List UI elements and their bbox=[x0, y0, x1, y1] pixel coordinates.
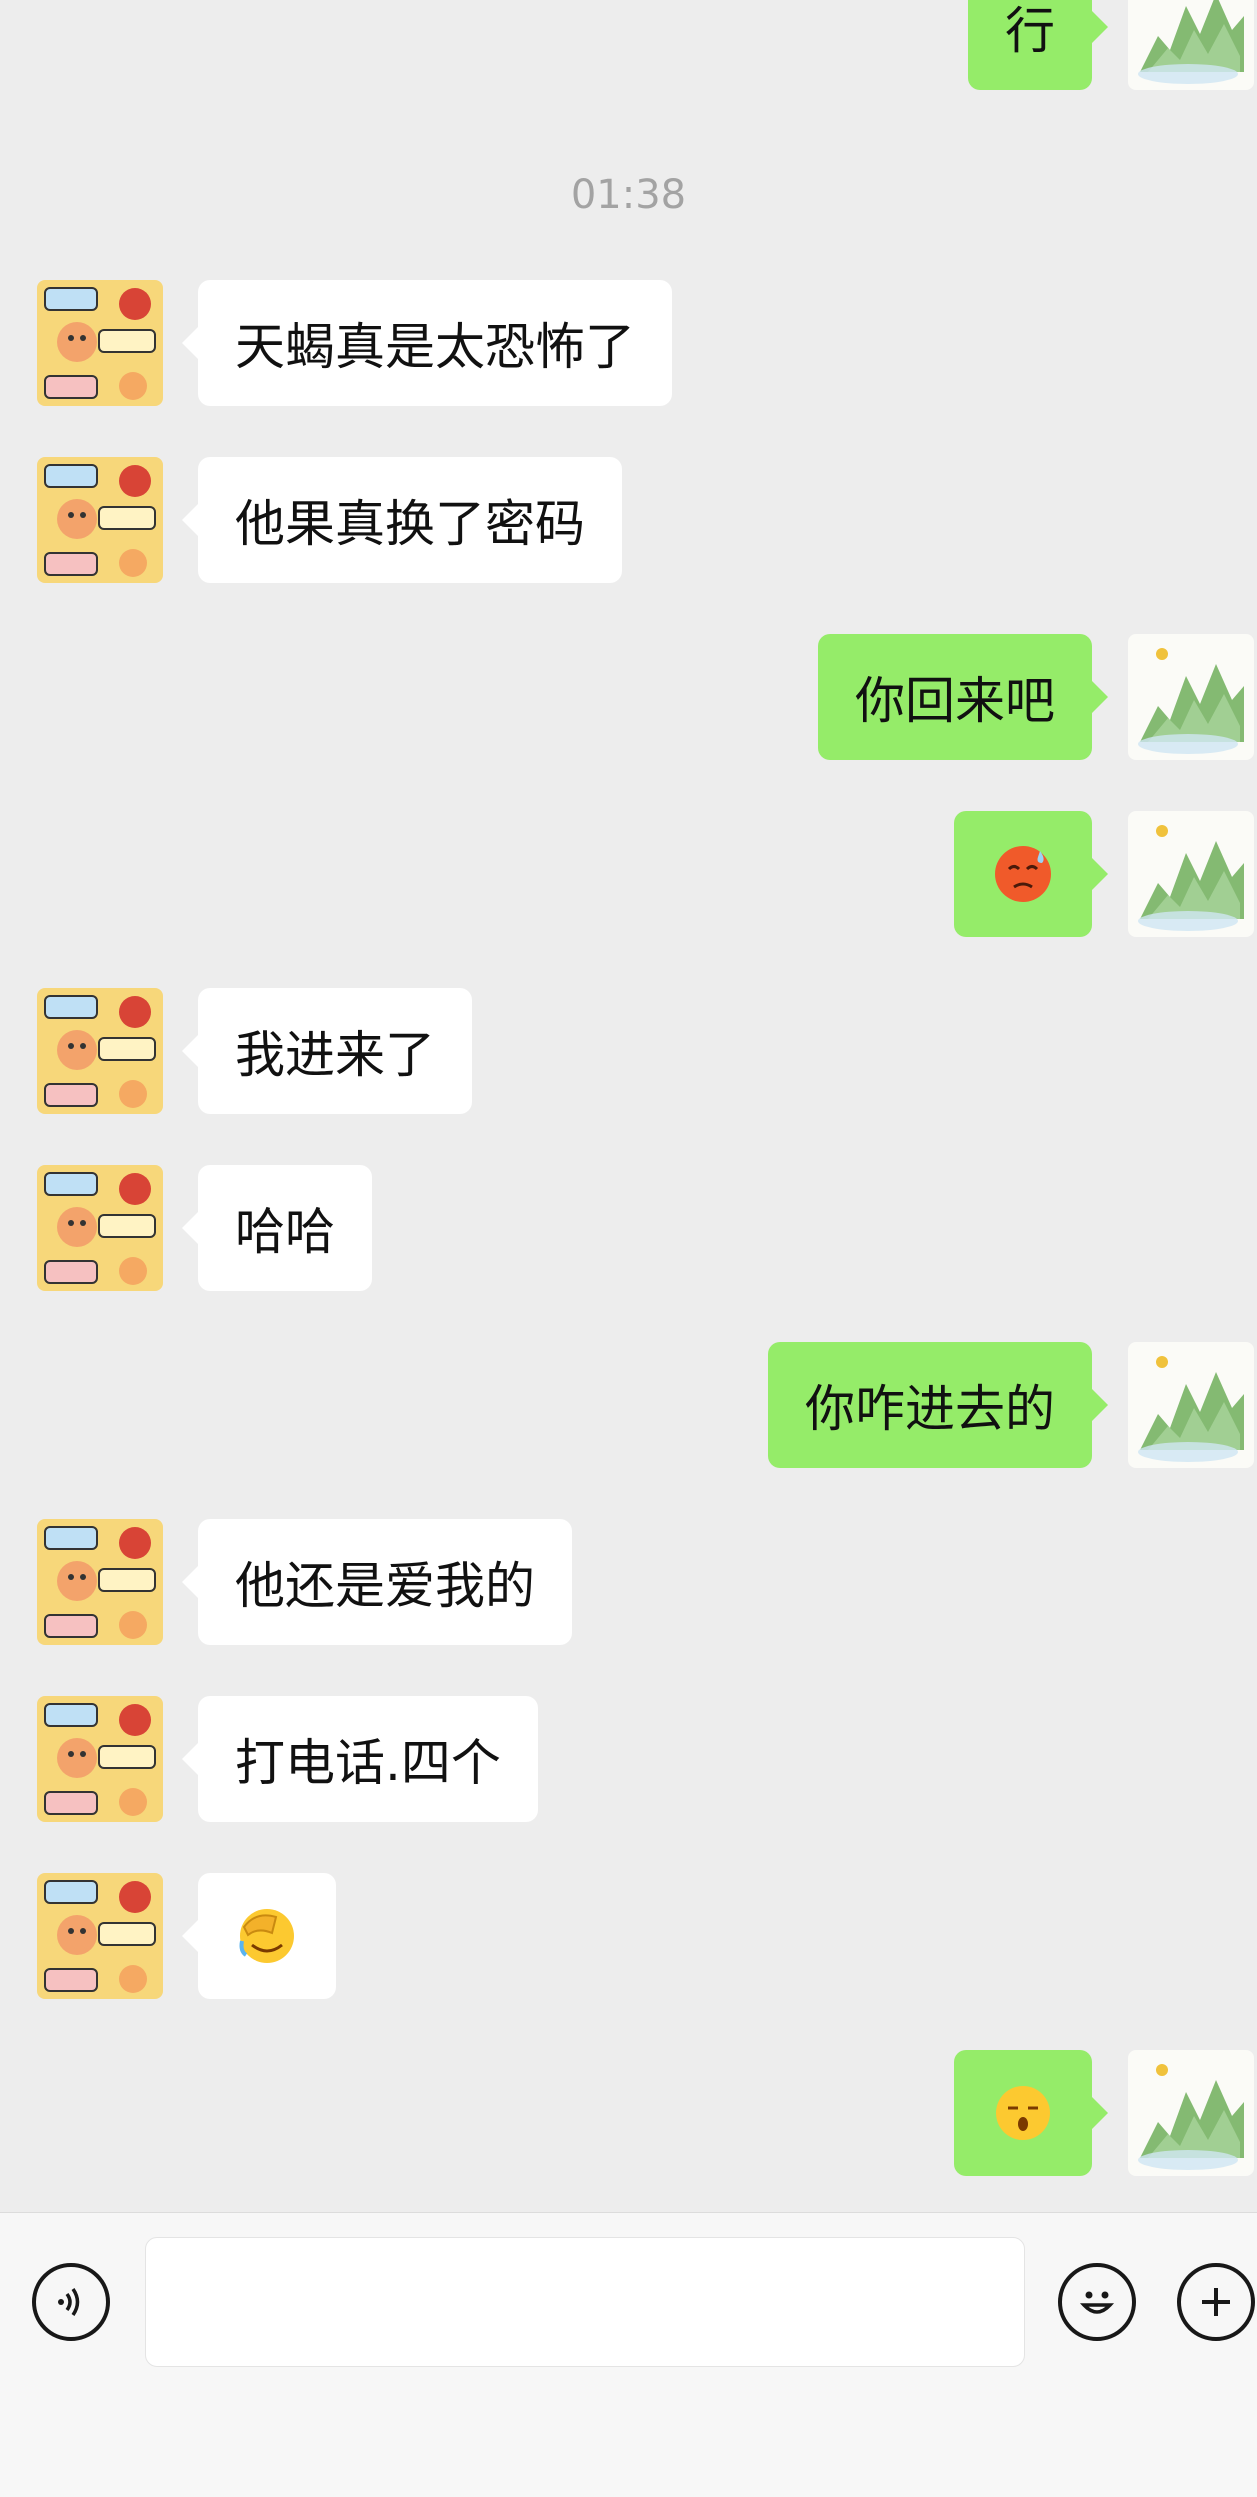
received-message-bubble[interactable]: 天蝎真是太恐怖了 bbox=[182, 280, 672, 406]
received-message-bubble[interactable] bbox=[182, 1873, 336, 1999]
landscape-painting-avatar-icon bbox=[1128, 0, 1254, 90]
message-text: 他果真换了密码 bbox=[235, 495, 585, 553]
voice-input-icon[interactable] bbox=[32, 2263, 110, 2341]
message-text: 行 bbox=[1005, 2, 1055, 60]
message-text: 他还是爱我的 bbox=[235, 1557, 535, 1615]
message-row: 你咋进去的 bbox=[0, 1342, 1257, 1468]
sticker-avatar-icon bbox=[37, 457, 163, 583]
facepalm-laughing-emoji bbox=[239, 1909, 294, 1963]
sent-message-bubble[interactable]: 你咋进去的 bbox=[768, 1342, 1108, 1468]
sticker-avatar-icon bbox=[37, 1519, 163, 1645]
self-avatar[interactable] bbox=[1128, 2050, 1254, 2176]
sticker-avatar-icon bbox=[37, 1696, 163, 1822]
landscape-painting-avatar-icon bbox=[1128, 1342, 1254, 1468]
sleepy-snoring-face-emoji bbox=[996, 2086, 1050, 2140]
received-message-bubble[interactable]: 他还是爱我的 bbox=[182, 1519, 572, 1645]
sent-message-bubble[interactable]: 你回来吧 bbox=[818, 634, 1108, 760]
plus-sign-icon bbox=[1202, 2288, 1230, 2316]
contact-avatar[interactable] bbox=[37, 1519, 163, 1645]
message-text: 我进来了 bbox=[235, 1026, 435, 1084]
message-row: 哈哈 bbox=[0, 1165, 1257, 1291]
sticker-avatar-icon bbox=[37, 988, 163, 1114]
message-row: 行 bbox=[0, 0, 1257, 90]
received-message-bubble[interactable]: 我进来了 bbox=[182, 988, 472, 1114]
message-row bbox=[0, 1873, 1257, 1999]
sticker-avatar-icon bbox=[37, 1165, 163, 1291]
message-row bbox=[0, 811, 1257, 937]
contact-avatar[interactable] bbox=[37, 1873, 163, 1999]
contact-avatar[interactable] bbox=[37, 280, 163, 406]
message-text: 打电话.四个 bbox=[235, 1734, 501, 1792]
plus-icon[interactable] bbox=[1177, 2263, 1255, 2341]
chat-area: 行 01:38 天蝎真是太恐怖了 他果真换了密码 你回来吧 我进来了 哈哈 你咋… bbox=[0, 0, 1257, 2212]
cold-sweat-face-emoji bbox=[995, 846, 1051, 902]
message-text: 哈哈 bbox=[235, 1203, 335, 1261]
message-row: 打电话.四个 bbox=[0, 1696, 1257, 1822]
sticker-avatar-icon bbox=[37, 1873, 163, 1999]
sent-message-bubble[interactable] bbox=[954, 811, 1108, 937]
received-message-bubble[interactable]: 他果真换了密码 bbox=[182, 457, 622, 583]
timestamp: 01:38 bbox=[570, 172, 687, 218]
self-avatar[interactable] bbox=[1128, 811, 1254, 937]
self-avatar[interactable] bbox=[1128, 1342, 1254, 1468]
message-row: 我进来了 bbox=[0, 988, 1257, 1114]
received-message-bubble[interactable]: 哈哈 bbox=[182, 1165, 372, 1291]
contact-avatar[interactable] bbox=[37, 988, 163, 1114]
landscape-painting-avatar-icon bbox=[1128, 811, 1254, 937]
contact-avatar[interactable] bbox=[37, 1165, 163, 1291]
message-row: 他还是爱我的 bbox=[0, 1519, 1257, 1645]
contact-avatar[interactable] bbox=[37, 457, 163, 583]
message-row bbox=[0, 2050, 1257, 2176]
contact-avatar[interactable] bbox=[37, 1696, 163, 1822]
self-avatar[interactable] bbox=[1128, 0, 1254, 90]
sent-message-bubble[interactable]: 行 bbox=[968, 0, 1108, 90]
received-message-bubble[interactable]: 打电话.四个 bbox=[182, 1696, 538, 1822]
landscape-painting-avatar-icon bbox=[1128, 2050, 1254, 2176]
smile-face-icon bbox=[1079, 2291, 1115, 2314]
message-text: 天蝎真是太恐怖了 bbox=[235, 318, 635, 376]
message-text: 你咋进去的 bbox=[805, 1380, 1055, 1438]
landscape-painting-avatar-icon bbox=[1128, 634, 1254, 760]
self-avatar[interactable] bbox=[1128, 634, 1254, 760]
message-row: 他果真换了密码 bbox=[0, 457, 1257, 583]
sent-message-bubble[interactable] bbox=[954, 2050, 1108, 2176]
message-row: 天蝎真是太恐怖了 bbox=[0, 280, 1257, 406]
message-row: 你回来吧 bbox=[0, 634, 1257, 760]
message-input[interactable] bbox=[145, 2237, 1025, 2367]
voice-wave-icon bbox=[58, 2288, 80, 2316]
emoji-smile-icon[interactable] bbox=[1058, 2263, 1136, 2341]
message-text: 你回来吧 bbox=[855, 672, 1055, 730]
input-toolbar bbox=[0, 2212, 1257, 2497]
sticker-avatar-icon bbox=[37, 280, 163, 406]
